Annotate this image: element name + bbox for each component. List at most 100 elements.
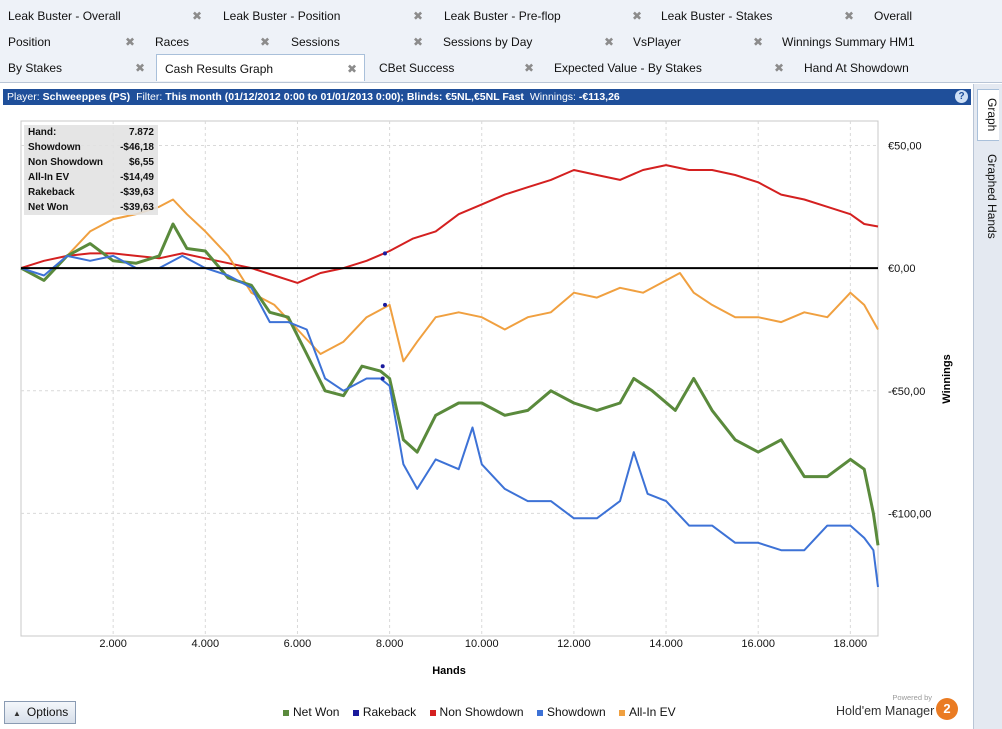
rakeback-marker xyxy=(382,302,387,307)
x-tick-label: 18.000 xyxy=(834,638,868,650)
stat-row-all-in-ev: All-In EV -$14,49 xyxy=(24,170,158,185)
stat-row-hand: Hand: 7.872 xyxy=(24,125,158,140)
tab-cbet-success[interactable]: CBet Success ✖ xyxy=(371,54,545,80)
report-tab-bar: Leak Buster - Overall ✖ Leak Buster - Pos… xyxy=(0,0,1002,83)
tab-label: Winnings Summary HM1 xyxy=(782,35,915,49)
stat-row-non-showdown: Non Showdown $6,55 xyxy=(24,155,158,170)
chart-legend: Net Won Rakeback Non Showdown Showdown A… xyxy=(283,705,686,719)
stat-value: $6,55 xyxy=(128,157,154,168)
legend-swatch xyxy=(429,709,436,716)
options-button[interactable]: ▲ Options xyxy=(4,701,76,724)
stat-label: Hand: xyxy=(28,127,57,138)
tab-label: Overall xyxy=(874,9,913,23)
stat-label: Non Showdown xyxy=(28,157,103,168)
tab-sessions-by-day[interactable]: Sessions by Day ✖ xyxy=(435,28,625,54)
close-icon[interactable]: ✖ xyxy=(774,54,784,82)
winnings-value: -€113,26 xyxy=(578,91,620,103)
brand-powered-by: Powered by xyxy=(892,693,932,702)
legend-item-all-in-ev[interactable]: All-In EV xyxy=(619,705,676,719)
x-tick-label: 2.000 xyxy=(99,638,127,650)
x-tick-labels: 2.000 4.000 6.000 8.000 10.000 12.000 14.000 16… xyxy=(99,638,867,650)
tab-sessions[interactable]: Sessions ✖ xyxy=(283,28,435,54)
x-tick-label: 12.000 xyxy=(557,638,591,650)
stat-value: -$39,63 xyxy=(120,187,154,198)
tab-label: VsPlayer xyxy=(633,35,682,49)
close-icon[interactable]: ✖ xyxy=(413,28,423,56)
legend-swatch xyxy=(536,709,543,716)
close-icon[interactable]: ✖ xyxy=(524,54,534,82)
help-icon[interactable]: ? xyxy=(955,90,968,103)
hm2-logo-icon: 2 xyxy=(936,698,958,720)
tab-hand-at-showdown[interactable]: Hand At Showdown xyxy=(796,54,1002,80)
filter-header-bar: Player: Schweeppes (PS) Filter: This mon… xyxy=(3,89,971,105)
stat-label: All-In EV xyxy=(28,172,70,183)
legend-item-net-won[interactable]: Net Won xyxy=(283,705,339,719)
close-icon[interactable]: ✖ xyxy=(135,54,145,82)
tab-leak-buster-overall[interactable]: Leak Buster - Overall ✖ xyxy=(0,2,212,28)
legend-swatch xyxy=(283,709,289,716)
holdem-manager-brand: Powered by Hold'em Manager 2 xyxy=(836,693,960,723)
close-icon[interactable]: ✖ xyxy=(192,2,202,30)
legend-label: Showdown xyxy=(546,705,606,719)
tab-cash-results-graph[interactable]: Cash Results Graph ✖ xyxy=(156,54,365,81)
close-icon[interactable]: ✖ xyxy=(347,55,357,83)
tab-label: Sessions by Day xyxy=(443,35,533,49)
tab-label: Races xyxy=(155,35,190,49)
stat-value: -$39,63 xyxy=(120,202,154,213)
legend-swatch xyxy=(352,709,359,716)
filter-value: This month (01/12/2012 0:00 to 01/01/201… xyxy=(165,91,524,103)
tab-label: Sessions xyxy=(291,35,340,49)
x-tick-label: 6.000 xyxy=(284,638,312,650)
tab-winnings-summary-hm1[interactable]: Winnings Summary HM1 xyxy=(774,28,1002,54)
brand-name: Hold'em Manager xyxy=(836,704,935,718)
tab-position[interactable]: Position ✖ xyxy=(0,28,146,54)
tab-label: Leak Buster - Position xyxy=(223,9,341,23)
tab-label: Hand At Showdown xyxy=(804,61,909,75)
tab-label: By Stakes xyxy=(8,61,63,75)
legend-label: Non Showdown xyxy=(439,705,524,719)
stat-row-net-won: Net Won -$39,63 xyxy=(24,200,158,215)
side-tab-graphed-hands[interactable]: Graphed Hands xyxy=(977,146,999,246)
filter-label: Filter: xyxy=(136,91,163,103)
side-tab-graph[interactable]: Graph xyxy=(977,89,999,141)
legend-label: All-In EV xyxy=(629,705,676,719)
winnings-label: Winnings: xyxy=(529,91,576,103)
legend-label: Rakeback xyxy=(362,705,417,719)
tab-by-stakes[interactable]: By Stakes ✖ xyxy=(0,54,155,80)
close-icon[interactable]: ✖ xyxy=(632,2,642,30)
y-tick-label: -€100,00 xyxy=(888,508,931,520)
close-icon[interactable]: ✖ xyxy=(844,2,854,30)
tab-label: Leak Buster - Pre-flop xyxy=(444,9,561,23)
close-icon[interactable]: ✖ xyxy=(604,28,614,56)
close-icon[interactable]: ✖ xyxy=(125,28,135,56)
tab-label: Expected Value - By Stakes xyxy=(554,61,702,75)
player-label: Player: xyxy=(7,91,40,103)
stat-value: -$46,18 xyxy=(120,142,154,153)
tab-expected-value-by-stakes[interactable]: Expected Value - By Stakes ✖ xyxy=(546,54,796,80)
tab-leak-buster-position[interactable]: Leak Buster - Position ✖ xyxy=(215,2,435,28)
rakeback-marker xyxy=(380,364,385,369)
close-icon[interactable]: ✖ xyxy=(413,2,423,30)
x-axis-label: Hands xyxy=(432,665,466,677)
side-tab-label: Graphed Hands xyxy=(985,154,999,239)
legend-item-rakeback[interactable]: Rakeback xyxy=(352,705,417,719)
y-tick-label: €50,00 xyxy=(888,141,922,153)
tab-races[interactable]: Races ✖ xyxy=(147,28,282,54)
tab-leak-buster-preflop[interactable]: Leak Buster - Pre-flop ✖ xyxy=(436,2,653,28)
x-tick-label: 8.000 xyxy=(376,638,404,650)
close-icon[interactable]: ✖ xyxy=(753,28,763,56)
options-label: Options xyxy=(26,705,69,719)
tab-row-3: By Stakes ✖ Cash Results Graph ✖ CBet Succ… xyxy=(0,54,1002,81)
stat-label: Net Won xyxy=(28,202,69,213)
rakeback-marker xyxy=(382,251,387,256)
side-tab-bar: Graph Graphed Hands xyxy=(973,84,1002,729)
close-icon[interactable]: ✖ xyxy=(260,28,270,56)
tab-overall[interactable]: Overall xyxy=(866,2,1002,28)
tab-leak-buster-stakes[interactable]: Leak Buster - Stakes ✖ xyxy=(653,2,865,28)
legend-item-non-showdown[interactable]: Non Showdown xyxy=(429,705,524,719)
y-tick-label: -€50,00 xyxy=(888,386,925,398)
legend-item-showdown[interactable]: Showdown xyxy=(536,705,606,719)
tab-vsplayer[interactable]: VsPlayer ✖ xyxy=(625,28,774,54)
tab-label: Position xyxy=(8,35,51,49)
tab-row-1: Leak Buster - Overall ✖ Leak Buster - Pos… xyxy=(0,2,1002,28)
